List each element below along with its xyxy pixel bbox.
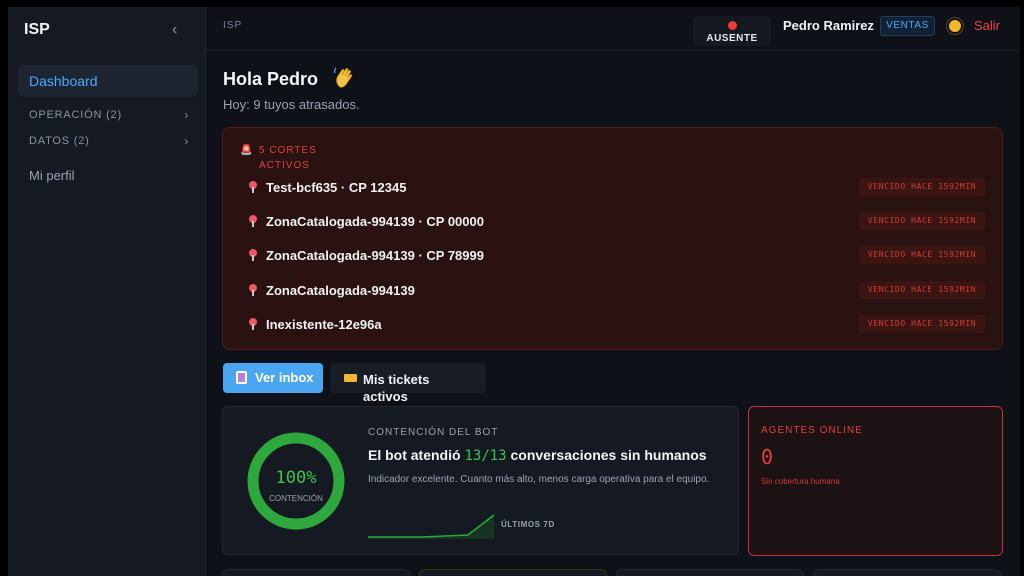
gauge-value: 100%: [275, 468, 317, 488]
headline-prefix: El bot atendió: [368, 447, 461, 463]
gauge-caption: CONTENCIÓN: [269, 494, 323, 503]
status-dot-icon: [728, 21, 737, 30]
chevron-left-icon[interactable]: ‹: [172, 21, 177, 39]
presence-status-toggle[interactable]: AUSENTE: [693, 16, 771, 46]
button-label: Mis tickets activos: [363, 372, 430, 404]
outage-row[interactable]: ZonaCatalogada-994139 · CP 78999 VENCIDO…: [245, 244, 985, 270]
sparkline-label: ÚLTIMOS 7D: [501, 520, 555, 529]
sidebar-group-label: OPERACIÓN (2): [29, 109, 122, 121]
outage-row[interactable]: Inexistente-12e96a VENCIDO HACE 1592MIN: [245, 313, 985, 339]
outage-row[interactable]: Test-bcf635 · CP 12345 VENCIDO HACE 1592…: [245, 176, 985, 202]
top-bar: ISP AUSENTE Pedro Ramirez VENTAS Salir: [206, 7, 1020, 51]
waving-hand-icon: [334, 67, 353, 88]
sun-icon[interactable]: [949, 20, 961, 32]
outage-zone: Inexistente-12e96a: [266, 317, 382, 332]
my-active-tickets-button[interactable]: Mis tickets activos: [330, 363, 486, 404]
sparkline: [368, 514, 495, 539]
headline-suffix: conversaciones sin humanos: [510, 447, 707, 463]
coverage-note: Sin cobertura humana: [761, 477, 840, 486]
brand-logo: ISP: [24, 21, 50, 38]
total-count: 13: [489, 448, 507, 464]
card-title: AGENTES ONLINE: [761, 425, 863, 436]
bot-description: Indicador excelente. Cuanto más alto, me…: [368, 474, 710, 485]
sidebar-item-label: Dashboard: [29, 73, 98, 89]
card-eyebrow: CONTENCIÓN DEL BOT: [368, 427, 499, 438]
handled-count: 13: [464, 448, 482, 464]
summary-card: [222, 569, 410, 576]
bot-headline: El bot atendió 13/13 conversaciones sin …: [368, 447, 707, 464]
active-outages-panel: 🚨 5 CORTES ACTIVOS Test-bcf635 · CP 1234…: [222, 127, 1003, 350]
sidebar-group-operacion[interactable]: OPERACIÓN (2) ›: [29, 108, 189, 122]
page-title: Hola Pedro: [223, 69, 319, 89]
overdue-badge: VENCIDO HACE 1592MIN: [859, 178, 985, 196]
outages-title: 5 CORTES ACTIVOS: [259, 145, 317, 171]
outage-zone: ZonaCatalogada-994139 · CP 00000: [266, 214, 484, 229]
breadcrumb: ISP: [223, 20, 243, 31]
ticket-icon: [344, 374, 357, 382]
alarm-icon: 🚨: [240, 145, 253, 156]
inbox-icon: [236, 371, 247, 384]
chevron-right-icon: ›: [184, 134, 189, 148]
sidebar-group-datos[interactable]: DATOS (2) ›: [29, 134, 189, 148]
outage-zone: ZonaCatalogada-994139: [266, 283, 415, 298]
overdue-badge: VENCIDO HACE 1592MIN: [859, 281, 985, 299]
role-badge: VENTAS: [880, 16, 935, 36]
overdue-badge: VENCIDO HACE 1592MIN: [859, 315, 985, 333]
map-pin-icon: [249, 284, 257, 296]
sidebar-group-label: DATOS (2): [29, 135, 90, 147]
logout-link[interactable]: Salir: [974, 18, 1000, 33]
outage-zone: ZonaCatalogada-994139 · CP 78999: [266, 248, 484, 263]
user-name: Pedro Ramirez: [783, 18, 875, 33]
separator: /: [481, 448, 490, 464]
agents-count: 0: [761, 445, 774, 469]
view-inbox-button[interactable]: Ver inbox: [223, 363, 323, 393]
button-label: Ver inbox: [255, 370, 314, 385]
sidebar-item-mi-perfil[interactable]: Mi perfil: [29, 168, 75, 183]
status-label: AUSENTE: [706, 33, 758, 44]
map-pin-icon: [249, 215, 257, 227]
map-pin-icon: [249, 318, 257, 330]
map-pin-icon: [249, 249, 257, 261]
bot-containment-card: 100% CONTENCIÓN CONTENCIÓN DEL BOT El bo…: [222, 406, 739, 555]
app-window: ISP ‹ Dashboard OPERACIÓN (2) › DATOS (2…: [8, 7, 1020, 576]
sidebar-item-dashboard[interactable]: Dashboard: [18, 65, 198, 97]
agents-online-card: AGENTES ONLINE 0 Sin cobertura humana: [748, 406, 1003, 556]
summary-card: [616, 569, 804, 576]
outage-row[interactable]: ZonaCatalogada-994139 · CP 00000 VENCIDO…: [245, 210, 985, 236]
map-pin-icon: [249, 181, 257, 193]
summary-card: [419, 569, 607, 576]
chevron-right-icon: ›: [184, 108, 189, 122]
page-subtitle: Hoy: 9 tuyos atrasados.: [223, 97, 360, 112]
outage-row[interactable]: ZonaCatalogada-994139 VENCIDO HACE 1592M…: [245, 279, 985, 305]
sidebar: ISP ‹ Dashboard OPERACIÓN (2) › DATOS (2…: [8, 7, 206, 576]
summary-card: [813, 569, 1001, 576]
overdue-badge: VENCIDO HACE 1592MIN: [859, 246, 985, 264]
overdue-badge: VENCIDO HACE 1592MIN: [859, 212, 985, 230]
outage-zone: Test-bcf635 · CP 12345: [266, 180, 407, 195]
